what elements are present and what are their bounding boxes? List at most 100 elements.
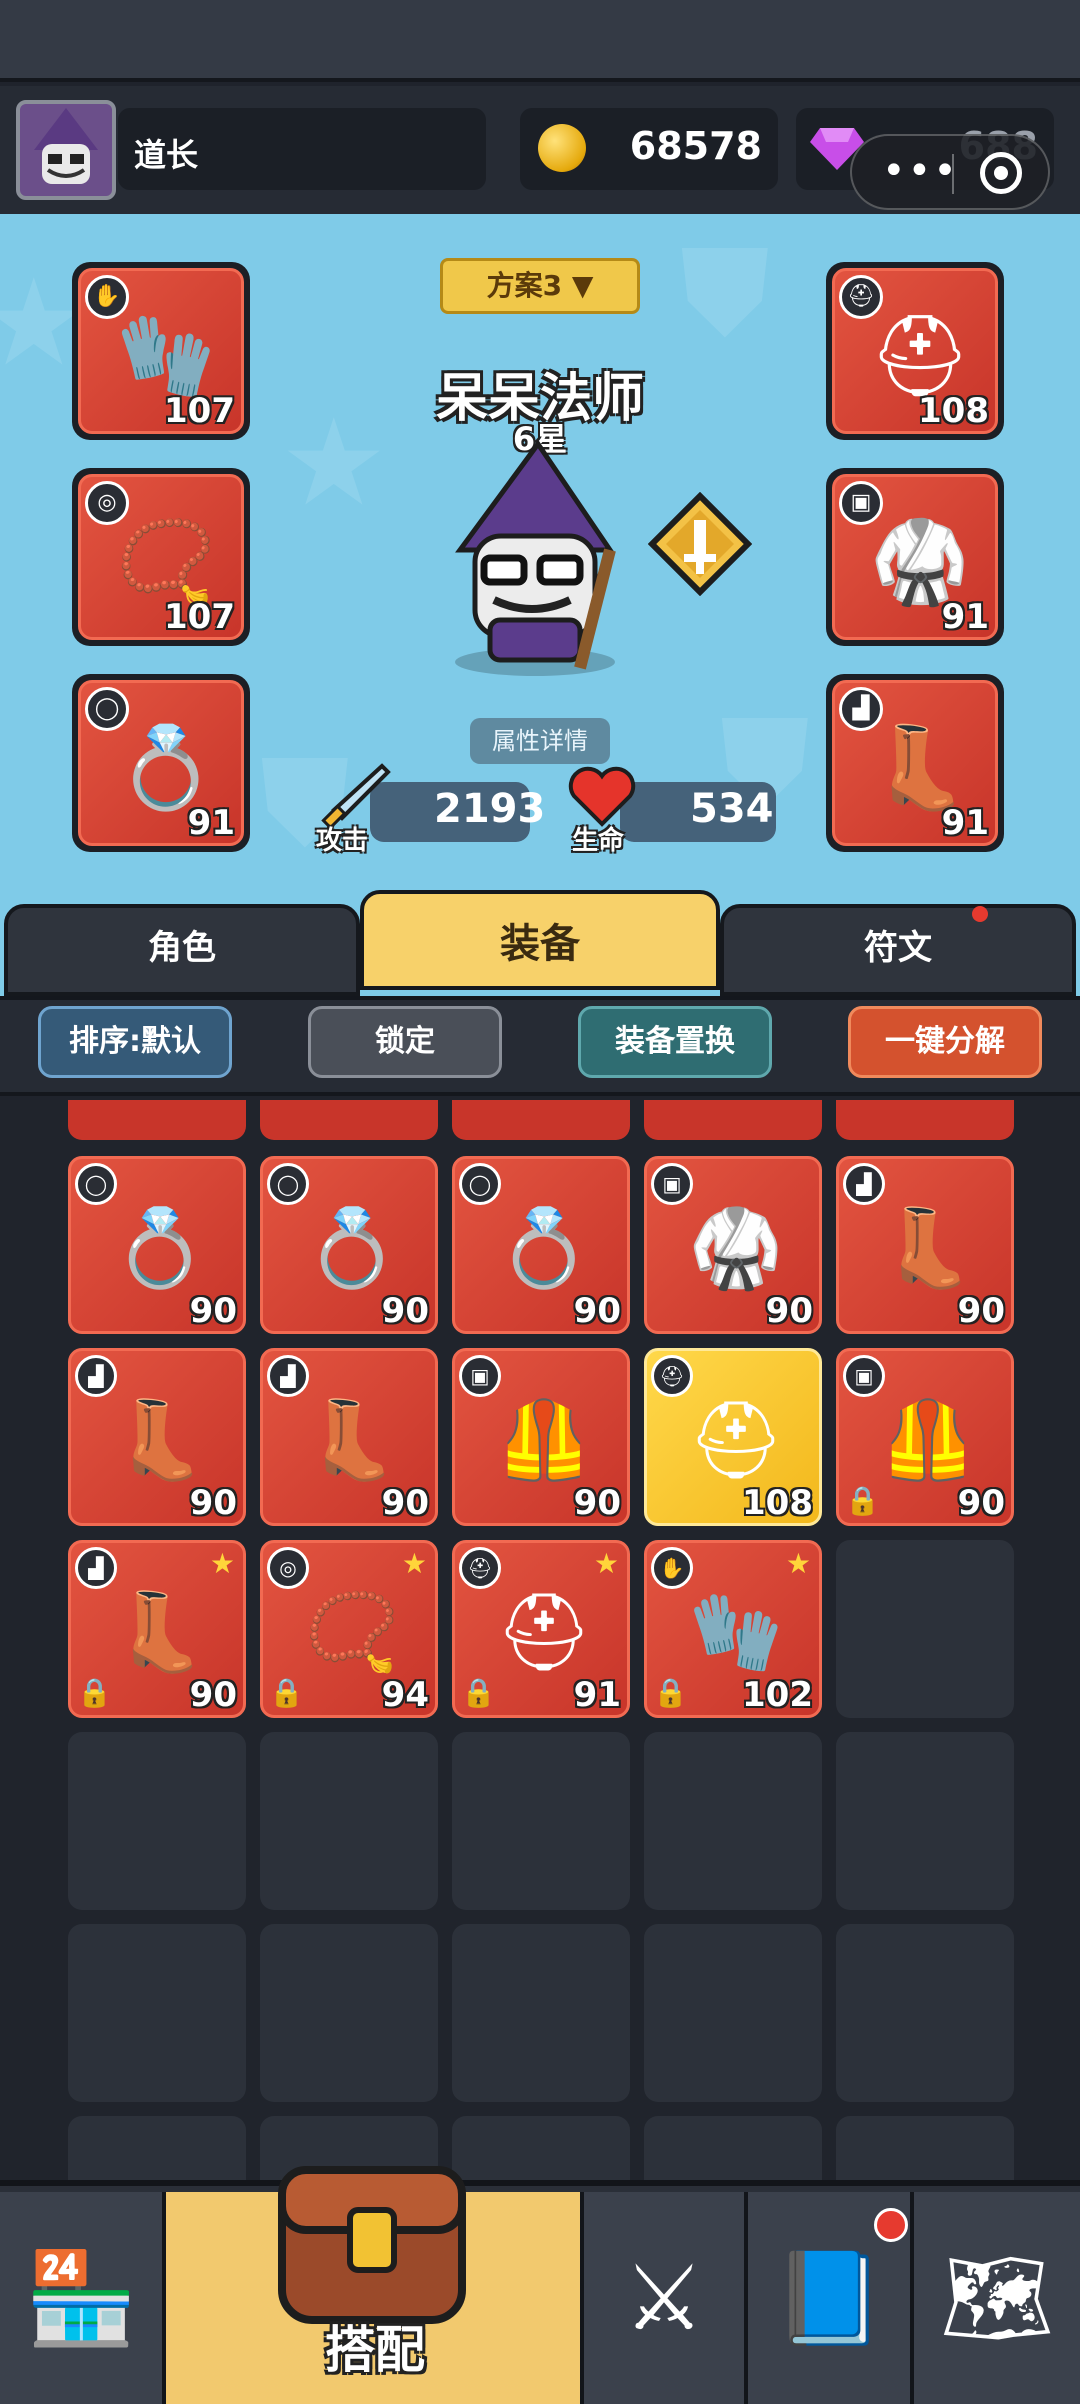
lock-icon: 🔒 [77, 1676, 112, 1709]
inventory-slot-partial[interactable] [836, 1100, 1014, 1140]
inventory-item[interactable]: ◯ 💍 90 [260, 1156, 438, 1334]
codex-notification-dot [874, 2208, 908, 2242]
player-avatar[interactable] [16, 100, 116, 200]
gold-amount: 68578 [629, 124, 762, 168]
boots-icon: 👢 [112, 1587, 208, 1676]
item-level: 90 [573, 1483, 621, 1523]
amulet-icon: 📿 [304, 1587, 400, 1676]
tab-equipment[interactable]: 装备 [360, 890, 720, 990]
decompose-all-button[interactable]: 一键分解 [848, 1006, 1042, 1078]
ring-icon: 💍 [304, 1203, 400, 1292]
attack-value: 2193 [434, 786, 546, 832]
inventory-item[interactable]: ▣ 🥋 90 [644, 1156, 822, 1334]
inventory-item[interactable]: ▣ 🦺 90 🔒 [836, 1348, 1014, 1526]
inventory-slot-partial[interactable] [260, 1100, 438, 1140]
inventory-slot-empty[interactable] [644, 1732, 822, 1910]
inventory-slot-empty[interactable] [452, 2116, 630, 2180]
item-level: 94 [381, 1675, 429, 1715]
swap-equipment-button[interactable]: 装备置换 [578, 1006, 772, 1078]
plan-dropdown[interactable]: 方案3 ▼ [440, 258, 640, 314]
more-dots-icon[interactable]: ••• [882, 148, 959, 194]
inventory-slot-empty[interactable] [260, 1924, 438, 2102]
item-level: 91 [573, 1675, 621, 1715]
equip-slot-gloves[interactable]: ✋ 🧤 107 [72, 262, 250, 440]
top-status-bar [0, 0, 1080, 82]
boots-icon: 👢 [304, 1395, 400, 1484]
gauntlet-icon: 🧤 [688, 1587, 784, 1676]
inventory-item[interactable]: ▟ 👢 90 [260, 1348, 438, 1526]
equip-slot-boots[interactable]: ▟ 👢 91 [826, 674, 1004, 852]
bg-shield-icon: ⛊ [680, 224, 770, 363]
inventory-slot-empty[interactable] [836, 1540, 1014, 1718]
inventory-slot-empty[interactable] [644, 1924, 822, 2102]
inventory-slot-partial[interactable] [452, 1100, 630, 1140]
weapon-sword-icon[interactable] [648, 492, 752, 596]
boots-icon: 👢 [112, 1395, 208, 1484]
chest-icon[interactable] [272, 2140, 472, 2330]
map-icon: 🗺 [939, 2245, 1055, 2351]
tab-runes[interactable]: 符文 [720, 904, 1076, 996]
item-level: 90 [189, 1675, 237, 1715]
inventory-slot-partial[interactable] [644, 1100, 822, 1140]
inventory-item[interactable]: ⛑ ⛑ 108 [644, 1348, 822, 1526]
item-level: 108 [742, 1483, 813, 1523]
slot-level: 107 [164, 597, 235, 637]
inventory-slot-empty[interactable] [68, 2116, 246, 2180]
miniprogram-capsule[interactable]: ••• [850, 134, 1050, 210]
book-icon: 📘 [772, 2245, 886, 2351]
slot-level: 91 [187, 803, 235, 843]
heart-icon [568, 766, 636, 827]
slot-level: 107 [164, 391, 235, 431]
inventory-slot-empty[interactable] [452, 1732, 630, 1910]
inventory-slot-empty[interactable] [68, 1732, 246, 1910]
inventory-item[interactable]: ▟ 👢 90 ★ 🔒 [68, 1540, 246, 1718]
inventory-slot-partial[interactable] [68, 1100, 246, 1140]
nav-battle[interactable]: ⚔ [584, 2192, 748, 2404]
inventory-item[interactable]: ▣ 🦺 90 [452, 1348, 630, 1526]
lock-button[interactable]: 锁定 [308, 1006, 502, 1078]
tab-character[interactable]: 角色 [4, 904, 360, 996]
gold-box[interactable]: 68578 [520, 108, 778, 190]
wizard-character[interactable] [420, 440, 660, 680]
inventory-item[interactable]: ▟ 👢 90 [836, 1156, 1014, 1334]
equip-slot-ring[interactable]: ◯ 💍 91 [72, 674, 250, 852]
attribute-details-button[interactable]: 属性详情 [470, 718, 610, 764]
inventory-item[interactable]: ⛑ ⛑ 91 ★ 🔒 [452, 1540, 630, 1718]
inventory-item[interactable]: ◎ 📿 94 ★ 🔒 [260, 1540, 438, 1718]
shop-icon: 🏪 [24, 2245, 138, 2351]
inventory-item[interactable]: ◯ 💍 90 [452, 1156, 630, 1334]
robe-icon: 🥋 [688, 1203, 784, 1292]
wizard-avatar-icon [34, 108, 98, 184]
equip-slot-necklace[interactable]: ◎ 📿 107 [72, 468, 250, 646]
tab-bar: 角色 装备 符文 [0, 890, 1080, 996]
nav-map[interactable]: 🗺 [914, 2192, 1080, 2404]
item-level: 90 [189, 1291, 237, 1331]
armor-icon: 🦺 [880, 1395, 976, 1484]
inventory-slot-empty[interactable] [836, 1732, 1014, 1910]
item-level: 90 [381, 1483, 429, 1523]
lock-icon: 🔒 [269, 1676, 304, 1709]
equip-slot-armor[interactable]: ▣ 🥋 91 [826, 468, 1004, 646]
inventory-slot-empty[interactable] [452, 1924, 630, 2102]
lock-icon: 🔒 [845, 1484, 880, 1517]
equip-slot-helmet[interactable]: ⛑ ⛑ 108 [826, 262, 1004, 440]
inventory-slot-empty[interactable] [836, 1924, 1014, 2102]
hp-label: 生命 [572, 826, 625, 856]
inventory-slot-empty[interactable] [260, 1732, 438, 1910]
inventory-slot-empty[interactable] [836, 2116, 1014, 2180]
inventory-item[interactable]: ▟ 👢 90 [68, 1348, 246, 1526]
capsule-divider [952, 154, 954, 194]
target-icon[interactable] [980, 152, 1022, 194]
item-level: 102 [742, 1675, 813, 1715]
player-name-box[interactable]: 道长 [118, 108, 486, 190]
inventory-slot-empty[interactable] [68, 1924, 246, 2102]
nav-loadout-label: 搭配 [325, 2321, 425, 2379]
sort-button[interactable]: 排序:默认 [38, 1006, 232, 1078]
item-level: 90 [189, 1483, 237, 1523]
inventory-item[interactable]: ✋ 🧤 102 ★ 🔒 [644, 1540, 822, 1718]
inventory-slot-empty[interactable] [644, 2116, 822, 2180]
lock-icon: 🔒 [653, 1676, 688, 1709]
nav-shop[interactable]: 🏪 [0, 2192, 166, 2404]
inventory-item[interactable]: ◯ 💍 90 [68, 1156, 246, 1334]
notification-dot [972, 906, 988, 922]
